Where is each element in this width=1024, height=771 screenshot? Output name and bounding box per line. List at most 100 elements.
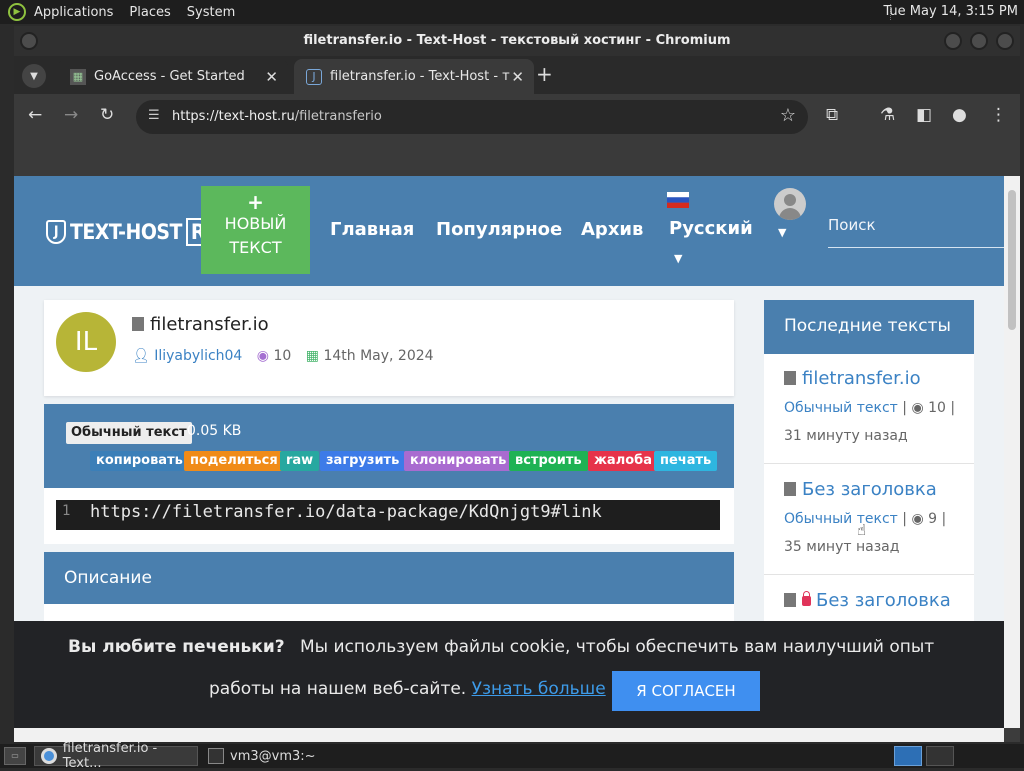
forward-arrow-icon[interactable]: → [64, 105, 78, 125]
code-card: 1 https://filetransfer.io/data-package/K… [44, 488, 734, 544]
recent-item-meta: Обычный текст | ◉ 10 | [784, 400, 956, 416]
language-selector[interactable]: Русский ▼ [667, 192, 753, 265]
new-text-button[interactable]: + НОВЫЙ ТЕКСТ [201, 186, 310, 274]
paste-actions-card: Обычный текст 0.05 KB копировать поделит… [44, 404, 734, 488]
recent-item[interactable]: Без заголовка Обычный текст | ◉ 9 | 35 м… [764, 465, 974, 575]
learn-more-link[interactable]: Узнать больше [472, 679, 606, 699]
close-tab-icon[interactable]: ✕ [265, 68, 278, 86]
url-path: /filetransferio [294, 109, 382, 124]
code-line[interactable]: https://filetransfer.io/data-package/KdQ… [90, 502, 602, 522]
tab-text-host[interactable]: J filetransfer.io - Text-Host - т ✕ [294, 59, 534, 94]
user-menu-caret-icon[interactable]: ▼ [778, 226, 786, 239]
bookmark-star-icon[interactable]: ☆ [780, 105, 796, 126]
search-placeholder: Поиск [828, 216, 876, 234]
address-bar[interactable]: ☰ https://text-host.ru/filetransferio ☆ [136, 100, 808, 134]
minimize-button[interactable] [944, 32, 962, 50]
nav-archive[interactable]: Архив [581, 219, 643, 240]
user-icon: 👤︎ [132, 348, 150, 364]
site-logo[interactable]: J TEXT-HOST RU [46, 218, 225, 246]
tab-goaccess[interactable]: ▦ GoAccess - Get Started ✕ [58, 59, 288, 94]
task-label: filetransfer.io - Text... [62, 741, 158, 771]
cookie-text1: Мы используем файлы cookie, чтобы обеспе… [300, 637, 935, 657]
goaccess-favicon-icon: ▦ [70, 68, 86, 85]
close-tab-icon[interactable]: ✕ [511, 68, 524, 86]
plus-icon: + [247, 190, 264, 214]
recent-item-type[interactable]: Обычный текст [784, 511, 898, 527]
task-chromium[interactable]: filetransfer.io - Text... [34, 741, 198, 771]
recent-item-title[interactable]: filetransfer.io [784, 368, 921, 389]
recent-item-title[interactable]: Без заголовка [784, 590, 951, 611]
tab-search-chevron-icon[interactable]: ▼ [22, 64, 46, 88]
syntax-type-badge: Обычный текст [66, 422, 192, 444]
scrollbar-thumb[interactable] [1008, 190, 1016, 330]
back-arrow-icon[interactable]: ← [28, 105, 42, 125]
horizontal-scrollbar[interactable] [14, 728, 1004, 742]
paste-title-card: IL filetransfer.io 👤︎ Iliyabylich04 ◉ 10… [44, 300, 734, 396]
maximize-button[interactable] [970, 32, 988, 50]
more-menu-kebab-icon[interactable]: ⋮ [990, 105, 1007, 125]
eye-icon: ◉ [911, 511, 924, 527]
recent-item-title[interactable]: Без заголовка [784, 479, 937, 500]
line-number: 1 [62, 503, 71, 519]
reload-icon[interactable]: ↻ [100, 105, 114, 125]
menu-system[interactable]: System [179, 5, 243, 20]
url-text[interactable]: https://text-host.ru/filetransferio [172, 109, 382, 124]
cookie-accept-button[interactable]: Я СОГЛАСЕН [612, 671, 760, 711]
cookie-line1: Вы любите печеньки? Мы используем файлы … [68, 637, 934, 657]
menu-places[interactable]: Places [121, 5, 178, 20]
paste-title-text: filetransfer.io [150, 314, 269, 335]
document-icon [784, 482, 796, 496]
tab-label: filetransfer.io - Text-Host - т [330, 69, 510, 84]
task-terminal[interactable]: vm3@vm3:~ [202, 746, 402, 766]
window-menu-button[interactable] [20, 32, 38, 50]
user-avatar[interactable] [774, 188, 806, 220]
new-tab-plus-icon[interactable]: + [536, 62, 553, 86]
menu-applications[interactable]: Applications [26, 5, 121, 20]
lock-icon [802, 591, 811, 606]
recent-item[interactable]: filetransfer.io Обычный текст | ◉ 10 | 3… [764, 354, 974, 464]
report-button[interactable]: жалоба [588, 451, 659, 471]
author-link[interactable]: Iliyabylich04 [154, 348, 242, 364]
logo-shield-icon: J [46, 220, 66, 244]
embed-button[interactable]: встроить [509, 451, 588, 471]
window-titlebar[interactable]: filetransfer.io - Text-Host - текстовый … [14, 26, 1020, 56]
workspace-1[interactable] [894, 746, 922, 766]
language-label: Русский [669, 218, 753, 239]
author-avatar[interactable]: IL [56, 312, 116, 372]
clone-button[interactable]: клонировать [404, 451, 513, 471]
eye-icon: ◉ [911, 400, 924, 416]
site-header: J TEXT-HOST RU + НОВЫЙ ТЕКСТ Главная Поп… [14, 176, 1004, 286]
avatar-head-icon [784, 194, 796, 206]
nav-home[interactable]: Главная [330, 219, 414, 240]
extensions-puzzle-icon[interactable]: ⧉ [826, 105, 838, 125]
clock[interactable]: Tue May 14, 3:15 PM [883, 4, 1018, 19]
tab-label: GoAccess - Get Started [94, 69, 245, 84]
code-block[interactable]: 1 https://filetransfer.io/data-package/K… [56, 500, 720, 530]
profile-avatar-icon[interactable]: ● [952, 105, 967, 125]
print-button[interactable]: печать [654, 451, 718, 471]
workspace-2[interactable] [926, 746, 954, 766]
download-button[interactable]: загрузить [320, 451, 406, 471]
russia-flag-icon [667, 192, 689, 208]
vertical-scrollbar[interactable] [1004, 176, 1020, 728]
raw-button[interactable]: raw [280, 451, 320, 471]
task-label: vm3@vm3:~ [230, 748, 316, 764]
recent-item-type[interactable]: Обычный текст [784, 400, 898, 416]
nav-popular[interactable]: Популярное [436, 219, 562, 240]
sidebar-title: Последние тексты [764, 300, 974, 354]
text-host-favicon-icon: J [306, 68, 322, 85]
site-info-icon[interactable]: ☰ [148, 108, 160, 123]
labs-flask-icon[interactable]: ⚗ [880, 105, 895, 125]
copy-button[interactable]: копировать [90, 451, 189, 471]
distro-logo-icon[interactable]: ▶ [8, 3, 26, 21]
calendar-icon: ▦ [305, 348, 319, 364]
side-panel-icon[interactable]: ◧ [916, 105, 932, 125]
show-desktop-icon[interactable]: ▭ [4, 747, 26, 765]
site-search-input[interactable]: Поиск [828, 216, 1004, 248]
paste-title: filetransfer.io [132, 314, 269, 335]
close-window-button[interactable] [996, 32, 1014, 50]
share-button[interactable]: поделиться [184, 451, 284, 471]
logo-text: TEXT-HOST [70, 220, 182, 244]
cookie-heading: Вы любите печеньки? [68, 637, 285, 657]
language-caret-icon: ▼ [674, 252, 683, 265]
